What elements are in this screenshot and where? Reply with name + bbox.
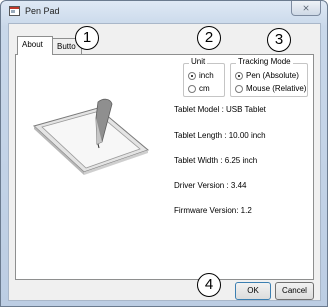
callout-marker: 3	[267, 28, 291, 52]
callout-marker: 1	[75, 26, 99, 50]
window-title: Pen Pad	[25, 6, 60, 16]
tablet-width-text: Tablet Width : 6.25 inch	[174, 156, 258, 165]
radio-unselected-icon	[188, 84, 196, 93]
about-panel: Unit inch cm Tracking Mode Pen (Absolute…	[15, 54, 314, 280]
ok-button[interactable]: OK	[235, 282, 271, 300]
title-bar[interactable]: Pen Pad ⨯	[1, 1, 327, 23]
radio-selected-icon	[188, 71, 196, 80]
dialog-body: About Butto Unit inch cm Tracking Mode P…	[8, 23, 321, 301]
unit-inch-label: inch	[199, 71, 214, 80]
tracking-mode-group: Tracking Mode Pen (Absolute) Mouse (Rela…	[230, 57, 308, 97]
tracking-mode-legend: Tracking Mode	[236, 57, 293, 66]
tab-about[interactable]: About	[17, 36, 53, 55]
unit-inch-radio[interactable]: inch	[188, 71, 214, 80]
driver-version-text: Driver Version : 3.44	[174, 181, 247, 190]
ok-button-label: OK	[247, 286, 259, 295]
unit-cm-radio[interactable]: cm	[188, 84, 210, 93]
tablet-length-text: Tablet Length : 10.00 inch	[174, 131, 266, 140]
tablet-illustration	[33, 98, 149, 175]
unit-group: Unit inch cm	[183, 57, 225, 97]
app-icon	[9, 6, 20, 16]
callout-marker: 2	[197, 26, 221, 50]
tracking-pen-radio[interactable]: Pen (Absolute)	[235, 71, 299, 80]
callout-marker: 4	[197, 273, 221, 297]
unit-legend: Unit	[189, 57, 208, 66]
cancel-button-label: Cancel	[282, 286, 307, 295]
tablet-model-text: Tablet Model : USB Tablet	[174, 105, 266, 114]
tracking-mouse-label: Mouse (Relative)	[246, 84, 307, 93]
unit-cm-label: cm	[199, 84, 210, 93]
close-icon: ⨯	[302, 3, 310, 13]
firmware-version-text: Firmware Version: 1.2	[174, 206, 252, 215]
tracking-pen-label: Pen (Absolute)	[246, 71, 299, 80]
radio-selected-icon	[235, 71, 243, 80]
tracking-mouse-radio[interactable]: Mouse (Relative)	[235, 84, 306, 93]
tab-about-label: About	[22, 40, 43, 49]
radio-unselected-icon	[235, 84, 243, 93]
cancel-button[interactable]: Cancel	[275, 282, 314, 300]
close-button[interactable]: ⨯	[291, 1, 321, 16]
tab-buttons-label: Butto	[57, 42, 76, 51]
